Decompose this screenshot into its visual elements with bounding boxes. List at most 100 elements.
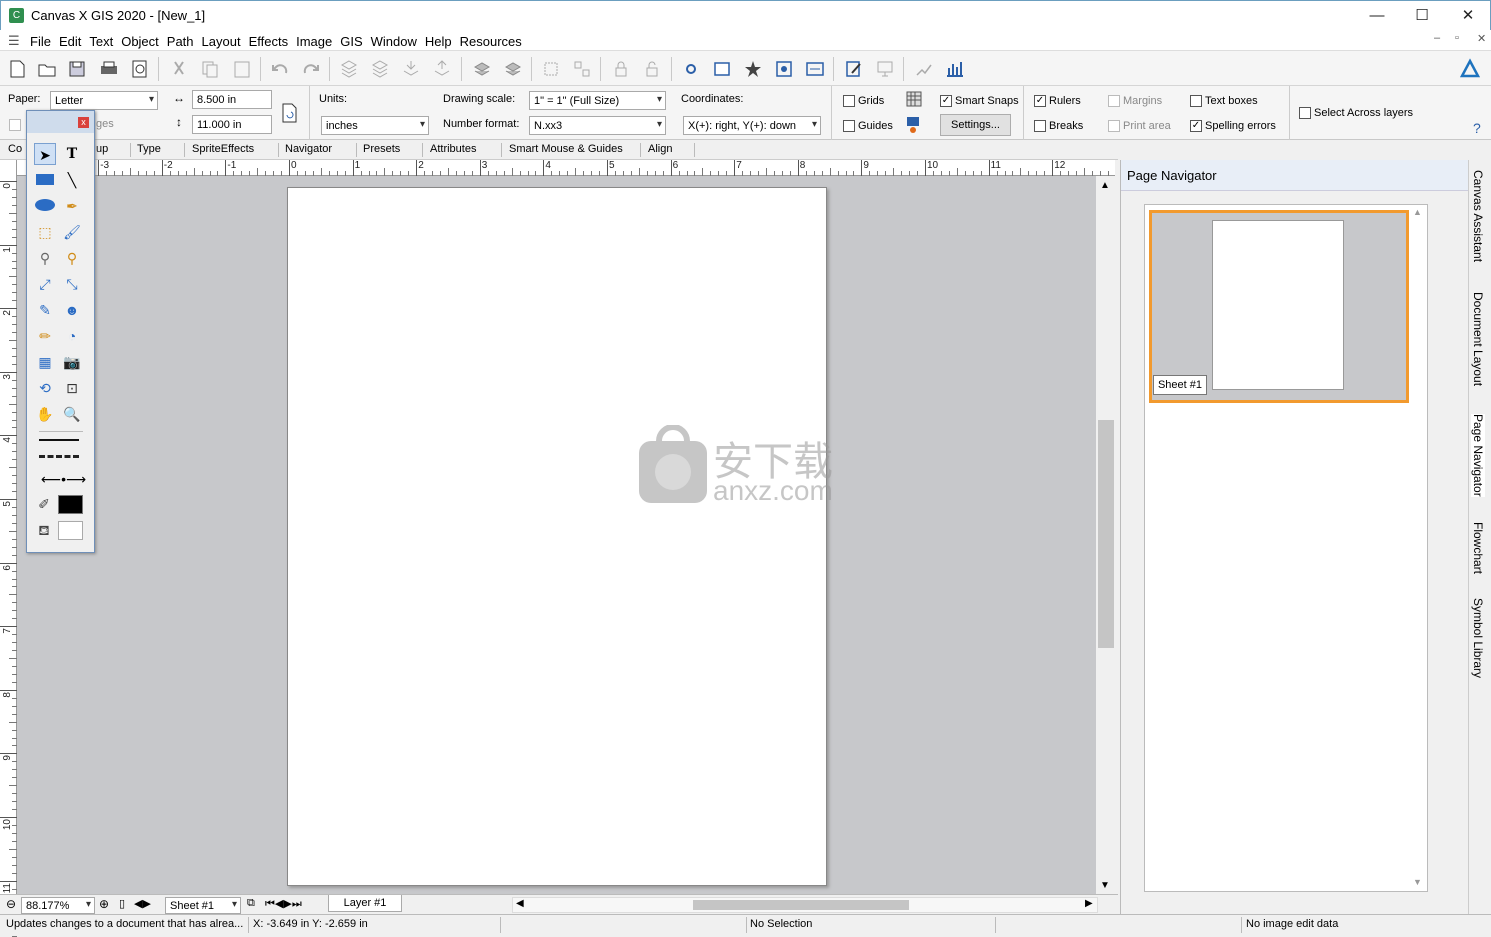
menu-resources[interactable]: Resources (456, 31, 526, 51)
selection-arrow-icon[interactable]: ➤ (34, 143, 56, 165)
scroll-right-icon[interactable]: ▶ (1085, 898, 1093, 909)
new-document-icon[interactable] (6, 58, 28, 80)
eyedropper-tool-icon[interactable]: ⚲ (34, 247, 56, 269)
select-across-layers-checkbox[interactable] (1299, 107, 1311, 119)
grids-checkbox[interactable] (843, 95, 855, 107)
print-icon[interactable] (98, 58, 120, 80)
menu-path[interactable]: Path (163, 31, 198, 51)
node-tool-icon[interactable]: ⤢ (34, 273, 56, 295)
text-tool-icon[interactable]: T (61, 143, 83, 165)
nav-scroll-down-icon[interactable]: ▼ (1413, 877, 1422, 887)
zoom-select[interactable]: 88.177% (21, 897, 95, 914)
prev-sheet-icon[interactable]: ◀▶ (134, 897, 151, 910)
tab-align[interactable]: Align (648, 143, 672, 155)
page-icon[interactable]: ▯ (119, 897, 125, 910)
marker-tool-icon[interactable]: ✎ (34, 299, 56, 321)
smart-snaps-checkbox[interactable]: ✓ (940, 95, 952, 107)
fill-color-swatch[interactable] (58, 521, 83, 540)
breaks-checkbox[interactable] (1034, 120, 1046, 132)
menu-help[interactable]: Help (421, 31, 456, 51)
rectangle-tool-icon[interactable] (34, 169, 56, 191)
help-icon[interactable]: ? (1473, 120, 1481, 136)
tab-co[interactable]: Co (8, 143, 22, 155)
layer-tab[interactable]: Layer #1 (328, 895, 402, 912)
save-icon[interactable] (66, 58, 88, 80)
horizontal-scroll-thumb[interactable] (693, 900, 909, 910)
copy-icon[interactable] (199, 58, 221, 80)
nav-scroll-up-icon[interactable]: ▲ (1413, 207, 1422, 217)
view-icon[interactable] (680, 58, 702, 80)
mdi-close-button[interactable]: ✕ (1477, 32, 1486, 45)
bring-to-front-icon[interactable] (338, 58, 360, 80)
tab-type[interactable]: Type (137, 143, 161, 155)
monitor-icon[interactable] (874, 58, 896, 80)
cut-icon[interactable] (168, 58, 190, 80)
unlock-icon[interactable] (641, 58, 663, 80)
vertical-ruler[interactable]: 0 1 2 3 4 5 6 7 8 9 10 11 (0, 160, 17, 937)
sprite-tool-icon[interactable]: ☻ (61, 299, 83, 321)
canvas-logo-icon[interactable] (1459, 58, 1481, 80)
menu-effects[interactable]: Effects (245, 31, 293, 51)
shift-forward-icon[interactable] (400, 58, 422, 80)
margins-checkbox[interactable] (1108, 95, 1120, 107)
paper-height-input[interactable]: 11.000 in (192, 115, 272, 134)
number-format-select[interactable]: N.xx3 (529, 116, 666, 135)
ungroup-icon[interactable] (571, 58, 593, 80)
line-tool-icon[interactable]: ╲ (61, 169, 83, 191)
zoom-out-icon[interactable]: ⊖ (6, 897, 16, 911)
tab-presets[interactable]: Presets (363, 143, 400, 155)
zoom-tool-icon[interactable]: 🔍 (61, 403, 83, 425)
menu-image[interactable]: Image (292, 31, 336, 51)
transform-tool-icon[interactable]: ⤡ (61, 273, 83, 295)
page-thumbnail-list[interactable]: Sheet #1 ▲ ▼ (1144, 204, 1428, 892)
tab-spriteeffects[interactable]: SpriteEffects (192, 143, 254, 155)
paint-bucket-icon[interactable]: ⛾ (33, 519, 55, 541)
tab-smart-mouse-guides[interactable]: Smart Mouse & Guides (509, 143, 623, 155)
highlighter-tool-icon[interactable]: ✏ (34, 325, 56, 347)
layer-up-icon[interactable] (471, 58, 493, 80)
orientation-icon[interactable] (280, 102, 298, 124)
edit-document-icon[interactable] (843, 58, 865, 80)
side-tab-document-layout[interactable]: Document Layout (1471, 292, 1485, 386)
text-boxes-checkbox[interactable] (1190, 95, 1202, 107)
print-area-checkbox[interactable] (1108, 120, 1120, 132)
brush-tool-icon[interactable]: 🖌 (61, 221, 83, 243)
side-tab-flowchart[interactable]: Flowchart (1471, 522, 1485, 574)
side-tab-page-navigator[interactable]: Page Navigator (1471, 414, 1485, 497)
menu-gis[interactable]: GIS (336, 31, 366, 51)
lock-icon[interactable] (610, 58, 632, 80)
color-picker-tool-icon[interactable]: ⚲ (61, 247, 83, 269)
ellipse-tool-icon[interactable] (34, 195, 56, 217)
layer-nav-icon[interactable]: ⏮◀▶⏭ (265, 897, 302, 911)
rulers-checkbox[interactable]: ✓ (1034, 95, 1046, 107)
horizontal-ruler[interactable]: -3 -2 -1 0 1 2 3 4 5 6 7 8 9 10 11 12 (17, 160, 1115, 176)
bar-chart-icon[interactable] (944, 58, 966, 80)
redo-icon[interactable] (300, 58, 322, 80)
send-to-back-icon[interactable] (369, 58, 391, 80)
sheet-thumbnail[interactable]: Sheet #1 (1149, 210, 1409, 403)
line-weight-icon[interactable] (39, 439, 79, 441)
side-tab-symbol-library[interactable]: Symbol Library (1471, 598, 1485, 678)
spelling-errors-checkbox[interactable]: ✓ (1190, 120, 1202, 132)
menu-object[interactable]: Object (117, 31, 163, 51)
grid-settings-icon[interactable] (905, 90, 923, 108)
rotate-tool-icon[interactable]: ⟲ (34, 377, 56, 399)
tab-group[interactable]: up (96, 143, 108, 155)
lasso-tool-icon[interactable]: ⬚ (34, 221, 56, 243)
gis-map-tool-icon[interactable]: ▦ (34, 351, 56, 373)
layers-icon[interactable]: ⧉ (247, 897, 255, 910)
layer-down-icon[interactable] (502, 58, 524, 80)
document-page[interactable] (287, 187, 827, 886)
settings-button[interactable]: Settings... (940, 114, 1011, 136)
scroll-up-icon[interactable]: ▲ (1100, 180, 1110, 191)
tools-close-icon[interactable]: x (78, 117, 89, 128)
mdi-restore-button[interactable]: ▫ (1455, 32, 1459, 44)
slide-show-icon[interactable] (711, 58, 733, 80)
drawing-scale-select[interactable]: 1" = 1" (Full Size) (529, 91, 666, 110)
hamburger-icon[interactable]: ☰ (8, 33, 20, 49)
camera-tool-icon[interactable]: 📷 (61, 351, 83, 373)
menu-layout[interactable]: Layout (198, 31, 245, 51)
hand-tool-icon[interactable]: ✋ (34, 403, 56, 425)
close-button[interactable]: ✕ (1445, 1, 1491, 31)
pen-tool-icon[interactable]: ✒ (61, 195, 83, 217)
